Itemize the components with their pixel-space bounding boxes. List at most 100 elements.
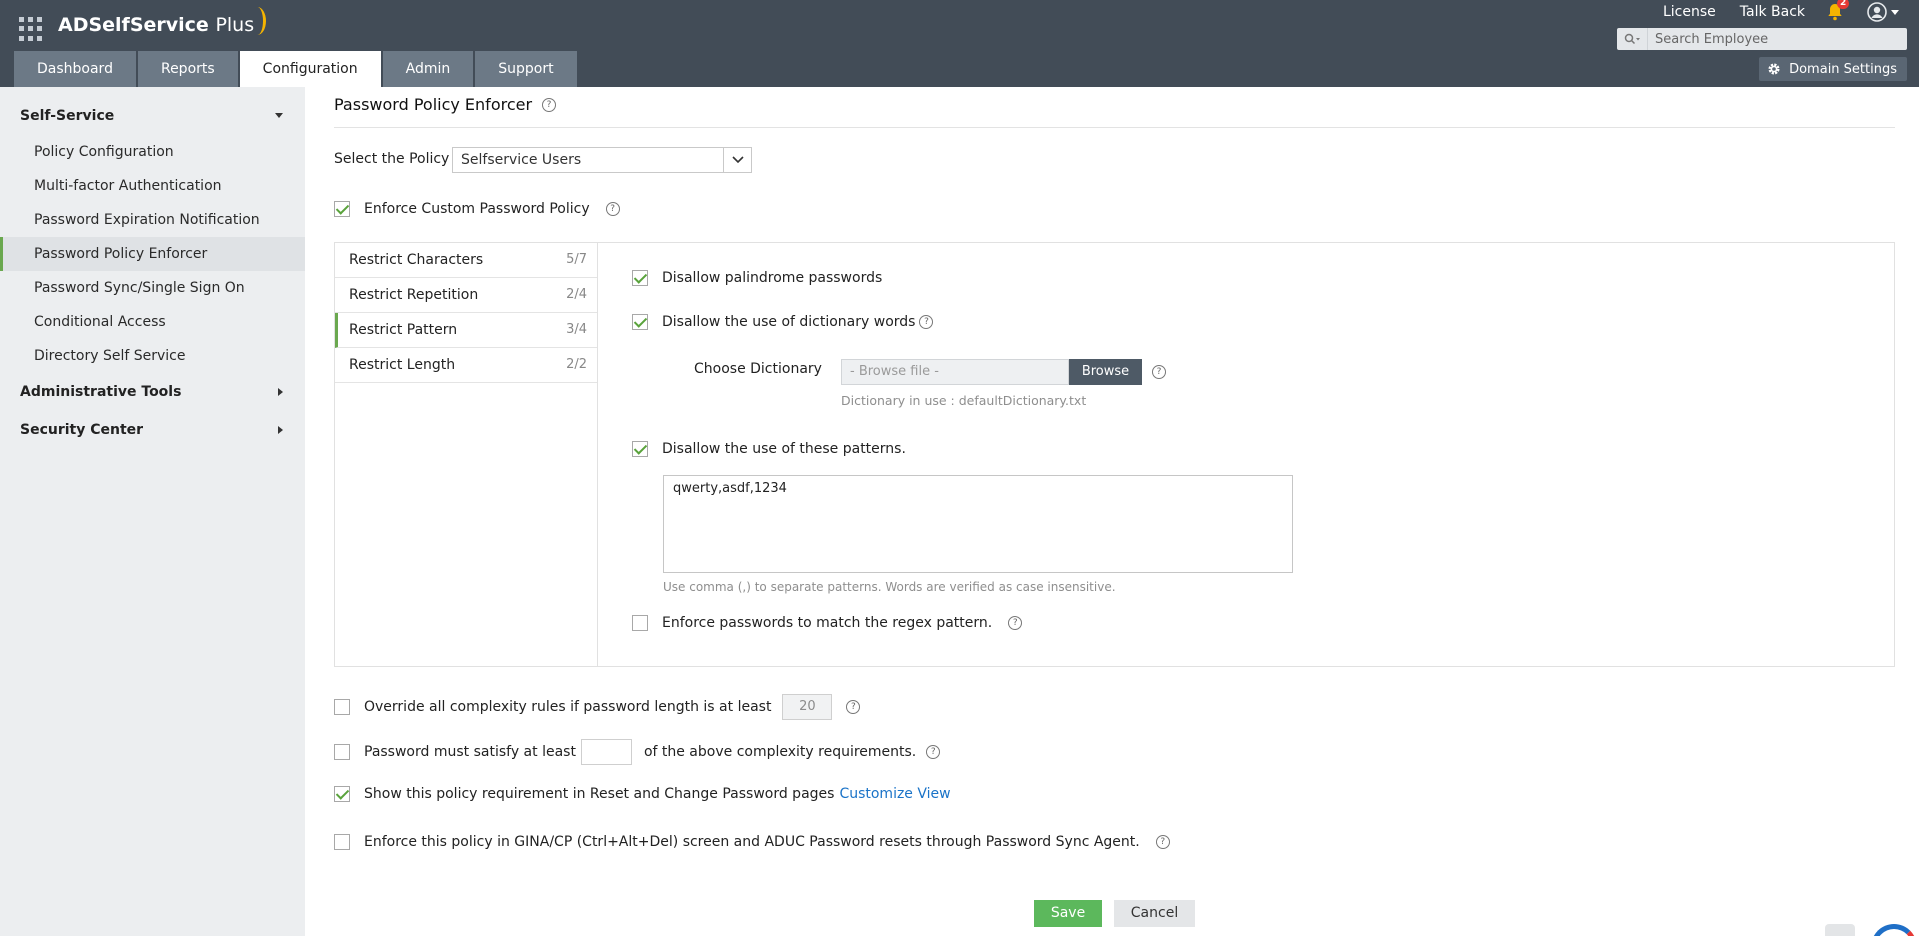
override-length-input[interactable]: 20 [782, 694, 833, 720]
help-icon[interactable]: ? [919, 315, 934, 329]
cancel-button[interactable]: Cancel [1114, 900, 1195, 927]
choose-dictionary-label: Choose Dictionary [694, 361, 822, 377]
top-header: ADSelfService Plus License Talk Back 2 D… [0, 0, 1919, 87]
license-link[interactable]: License [1663, 4, 1716, 20]
show-policy-label: Show this policy requirement in Reset an… [364, 786, 835, 802]
notification-count-badge: 2 [1837, 0, 1850, 9]
chat-widget-icon [1825, 924, 1855, 936]
subtab-restrict-characters[interactable]: Restrict Characters 5/7 [335, 243, 597, 278]
override-row: Override all complexity rules if passwor… [334, 694, 861, 720]
satisfy-count-input[interactable] [580, 739, 632, 765]
satisfy-label-after: of the above complexity requirements. [643, 744, 917, 760]
sidebar-section-administrative-tools[interactable]: Administrative Tools [0, 373, 305, 411]
regex-checkbox[interactable] [632, 615, 648, 631]
app-logo[interactable]: ADSelfService Plus [58, 7, 267, 36]
sidebar-section-label: Administrative Tools [20, 384, 182, 400]
chevron-down-icon [1891, 9, 1899, 15]
chevron-right-icon [278, 388, 283, 396]
user-menu[interactable] [1867, 2, 1899, 22]
subtab-restrict-length[interactable]: Restrict Length 2/2 [335, 348, 597, 383]
enforce-custom-policy-row: Enforce Custom Password Policy ? [334, 201, 620, 217]
gina-row: Enforce this policy in GINA/CP (Ctrl+Alt… [334, 834, 1170, 850]
search-icon[interactable] [1617, 28, 1648, 50]
sidebar-section-security-center[interactable]: Security Center [0, 411, 305, 449]
help-icon[interactable]: ? [605, 202, 620, 216]
dictionary-file-field[interactable]: - Browse file - [841, 359, 1069, 385]
help-icon[interactable]: ? [1008, 616, 1023, 630]
divider [334, 127, 1895, 128]
tab-reports[interactable]: Reports [137, 51, 238, 87]
regex-label: Enforce passwords to match the regex pat… [662, 615, 993, 631]
sidebar: Self-Service Policy Configuration Multi-… [0, 87, 305, 936]
tab-configuration[interactable]: Configuration [239, 51, 381, 87]
selected-policy-value: Selfservice Users [461, 152, 582, 168]
patterns-hint: Use comma (,) to separate patterns. Word… [663, 580, 1116, 594]
domain-settings-label: Domain Settings [1789, 61, 1897, 77]
subtab-count: 3/4 [566, 322, 587, 337]
patterns-textarea[interactable]: qwerty,asdf,1234 [663, 475, 1293, 573]
sidebar-item-password-expiration-notification[interactable]: Password Expiration Notification [0, 203, 305, 237]
satisfy-label-before: Password must satisfy at least [364, 744, 576, 760]
subtab-label: Restrict Repetition [349, 287, 479, 303]
patterns-row: Disallow the use of these patterns. [632, 441, 906, 457]
sidebar-item-multi-factor-authentication[interactable]: Multi-factor Authentication [0, 169, 305, 203]
top-links: License Talk Back 2 [1639, 0, 1899, 22]
dictionary-checkbox[interactable] [632, 314, 648, 330]
help-icon[interactable]: ? [1155, 835, 1170, 849]
subtab-count: 2/4 [566, 287, 587, 302]
satisfy-checkbox[interactable] [334, 744, 350, 760]
chevron-down-icon[interactable] [723, 148, 751, 172]
override-checkbox[interactable] [334, 699, 350, 715]
gina-checkbox[interactable] [334, 834, 350, 850]
page-title: Password Policy Enforcer ? [334, 95, 557, 114]
sidebar-section-label: Security Center [20, 422, 144, 438]
domain-settings-button[interactable]: Domain Settings [1759, 57, 1907, 81]
chat-widget[interactable] [1821, 922, 1919, 936]
gear-icon [1768, 63, 1780, 75]
satisfy-row: Password must satisfy at least of the ab… [334, 739, 941, 765]
notification-bell-icon[interactable]: 2 [1827, 0, 1850, 21]
tab-dashboard[interactable]: Dashboard [14, 51, 136, 87]
main-tabs: Dashboard Reports Configuration Admin Su… [14, 51, 579, 87]
dictionary-row: Disallow the use of dictionary words ? [632, 314, 934, 330]
page-title-text: Password Policy Enforcer [334, 95, 533, 114]
policy-select[interactable]: Selfservice Users [452, 147, 752, 173]
app-grid-icon[interactable] [19, 17, 43, 41]
help-icon[interactable]: ? [846, 700, 861, 714]
browse-button[interactable]: Browse [1069, 359, 1142, 385]
help-icon[interactable]: ? [1152, 365, 1166, 379]
talk-back-link[interactable]: Talk Back [1740, 4, 1805, 20]
subtab-label: Restrict Length [349, 357, 456, 373]
show-policy-checkbox[interactable] [334, 786, 350, 802]
save-button[interactable]: Save [1034, 900, 1102, 927]
search-employee-input[interactable] [1655, 29, 1900, 49]
sidebar-item-policy-configuration[interactable]: Policy Configuration [0, 135, 305, 169]
customize-view-link[interactable]: Customize View [839, 786, 950, 802]
app-name: ADSelfService [58, 14, 209, 36]
user-avatar-icon [1867, 2, 1887, 22]
sidebar-section-self-service[interactable]: Self-Service [0, 97, 305, 135]
help-icon[interactable]: ? [542, 97, 557, 112]
policy-rules-panel: Restrict Characters 5/7 Restrict Repetit… [334, 242, 1895, 667]
tab-admin[interactable]: Admin [382, 51, 474, 87]
sidebar-item-directory-self-service[interactable]: Directory Self Service [0, 339, 305, 373]
show-policy-row: Show this policy requirement in Reset an… [334, 786, 951, 802]
subtab-count: 2/2 [566, 357, 587, 372]
enforce-custom-policy-checkbox[interactable] [334, 201, 350, 217]
tab-support[interactable]: Support [475, 51, 577, 87]
help-icon[interactable]: ? [926, 745, 941, 759]
chevron-down-icon [275, 113, 283, 118]
sidebar-item-password-policy-enforcer[interactable]: Password Policy Enforcer [0, 237, 305, 271]
chevron-right-icon [278, 426, 283, 434]
subtab-restrict-repetition[interactable]: Restrict Repetition 2/4 [335, 278, 597, 313]
subtab-label: Restrict Characters [349, 252, 484, 268]
dictionary-in-use-text: Dictionary in use : defaultDictionary.tx… [841, 393, 1087, 408]
sidebar-item-conditional-access[interactable]: Conditional Access [0, 305, 305, 339]
sidebar-item-password-sync-sso[interactable]: Password Sync/Single Sign On [0, 271, 305, 305]
palindrome-checkbox[interactable] [632, 270, 648, 286]
dictionary-label: Disallow the use of dictionary words [662, 314, 916, 330]
patterns-checkbox[interactable] [632, 441, 648, 457]
subtab-restrict-pattern[interactable]: Restrict Pattern 3/4 [335, 313, 597, 348]
sidebar-section-label: Self-Service [20, 108, 115, 124]
patterns-label: Disallow the use of these patterns. [662, 441, 906, 457]
